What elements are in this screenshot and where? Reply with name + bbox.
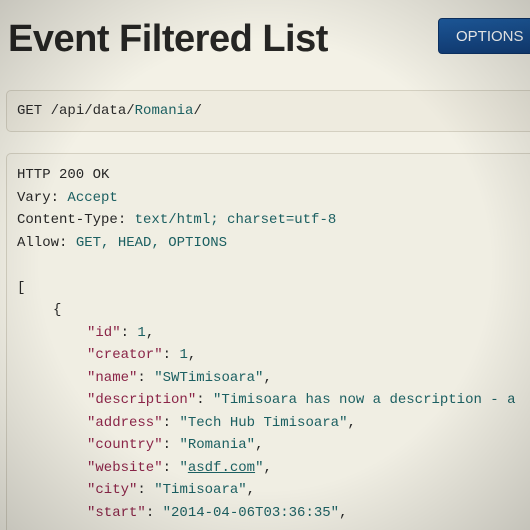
json-key: "creator" bbox=[87, 347, 163, 363]
json-sep: : bbox=[137, 482, 155, 498]
json-sep: : bbox=[162, 459, 180, 476]
header-value: Accept bbox=[67, 189, 118, 206]
json-key: "start" bbox=[87, 504, 146, 521]
header-name: Vary: bbox=[17, 189, 60, 206]
json-field-row: "city": "Timisoara", bbox=[17, 479, 530, 502]
request-path-suffix: / bbox=[193, 103, 202, 119]
request-path-segment: Romania bbox=[134, 103, 194, 119]
json-field-row: "country": "Romania", bbox=[17, 434, 530, 457]
options-button-label: OPTIONS bbox=[456, 27, 524, 45]
json-sep: : bbox=[145, 504, 163, 521]
json-end: , bbox=[339, 504, 348, 521]
json-sep: : bbox=[137, 369, 155, 386]
json-value: "Timisoara has now a description - a bbox=[213, 392, 516, 408]
json-key: "city" bbox=[87, 482, 138, 498]
request-path-prefix: /api/data/ bbox=[50, 103, 135, 119]
json-open-bracket: [ bbox=[17, 279, 26, 296]
header-name: Allow: bbox=[17, 234, 68, 251]
json-end: , bbox=[246, 482, 256, 498]
json-value: "SWTimisoara" bbox=[154, 369, 264, 386]
response-panel: HTTP 200 OK Vary: Accept Content-Type: t… bbox=[6, 153, 530, 530]
json-sep: : bbox=[162, 437, 180, 453]
json-key: "id" bbox=[87, 324, 121, 341]
json-end: , bbox=[255, 437, 264, 453]
json-key: "website" bbox=[87, 459, 163, 476]
breadcrumb-api-data-link[interactable]: /api/data/ bbox=[51, 103, 135, 119]
request-method: GET bbox=[17, 103, 43, 119]
response-header-row: Allow: GET, HEAD, OPTIONS bbox=[17, 232, 530, 255]
json-value: "Timisoara" bbox=[154, 482, 247, 498]
json-end: , bbox=[263, 459, 272, 476]
json-value: "Romania" bbox=[179, 437, 256, 453]
options-button[interactable]: OPTIONS bbox=[438, 18, 530, 54]
json-value: 1 bbox=[137, 324, 146, 341]
json-end: , bbox=[187, 347, 197, 363]
json-end: , bbox=[347, 414, 356, 431]
json-value: 1 bbox=[179, 347, 188, 363]
json-end: , bbox=[145, 324, 155, 341]
json-end: , bbox=[263, 369, 272, 386]
json-value-quote: " bbox=[179, 459, 188, 476]
response-header-row: Content-Type: text/html; charset=utf-8 bbox=[17, 209, 530, 232]
json-key: "address" bbox=[87, 414, 163, 431]
json-field-row: "description": "Timisoara has now a desc… bbox=[17, 389, 530, 412]
header-value: GET, HEAD, OPTIONS bbox=[75, 234, 228, 251]
page-title: Event Filtered List bbox=[8, 18, 328, 60]
json-sep: : bbox=[162, 414, 180, 431]
json-key: "description" bbox=[87, 392, 197, 408]
json-field-row: "id": 1, bbox=[17, 322, 530, 345]
json-field-row: "creator": 1, bbox=[17, 344, 530, 367]
header-value: text/html; charset=utf-8 bbox=[134, 212, 337, 228]
json-field-row: "website": "asdf.com", bbox=[17, 457, 530, 480]
json-sep: : bbox=[120, 324, 138, 341]
breadcrumb-romania-link[interactable]: Romania bbox=[135, 103, 194, 119]
json-value: "2014-04-06T03:36:35" bbox=[162, 504, 340, 521]
json-value: "Tech Hub Timisoara" bbox=[179, 414, 348, 431]
json-field-row: "start": "2014-04-06T03:36:35", bbox=[17, 502, 530, 525]
response-header-row: Vary: Accept bbox=[17, 187, 530, 210]
json-sep: : bbox=[162, 347, 180, 363]
json-field-row: "address": "Tech Hub Timisoara", bbox=[17, 412, 530, 435]
request-url-bar: GET /api/data/Romania / bbox=[6, 90, 530, 132]
json-open-brace: { bbox=[53, 302, 62, 318]
website-link[interactable]: asdf.com bbox=[188, 460, 255, 476]
json-key: "country" bbox=[87, 437, 163, 453]
json-field-row: "name": "SWTimisoara", bbox=[17, 367, 530, 390]
response-status: HTTP 200 OK bbox=[17, 167, 110, 183]
json-key: "name" bbox=[87, 369, 138, 386]
json-sep: : bbox=[196, 392, 214, 408]
header-name: Content-Type: bbox=[17, 212, 127, 228]
